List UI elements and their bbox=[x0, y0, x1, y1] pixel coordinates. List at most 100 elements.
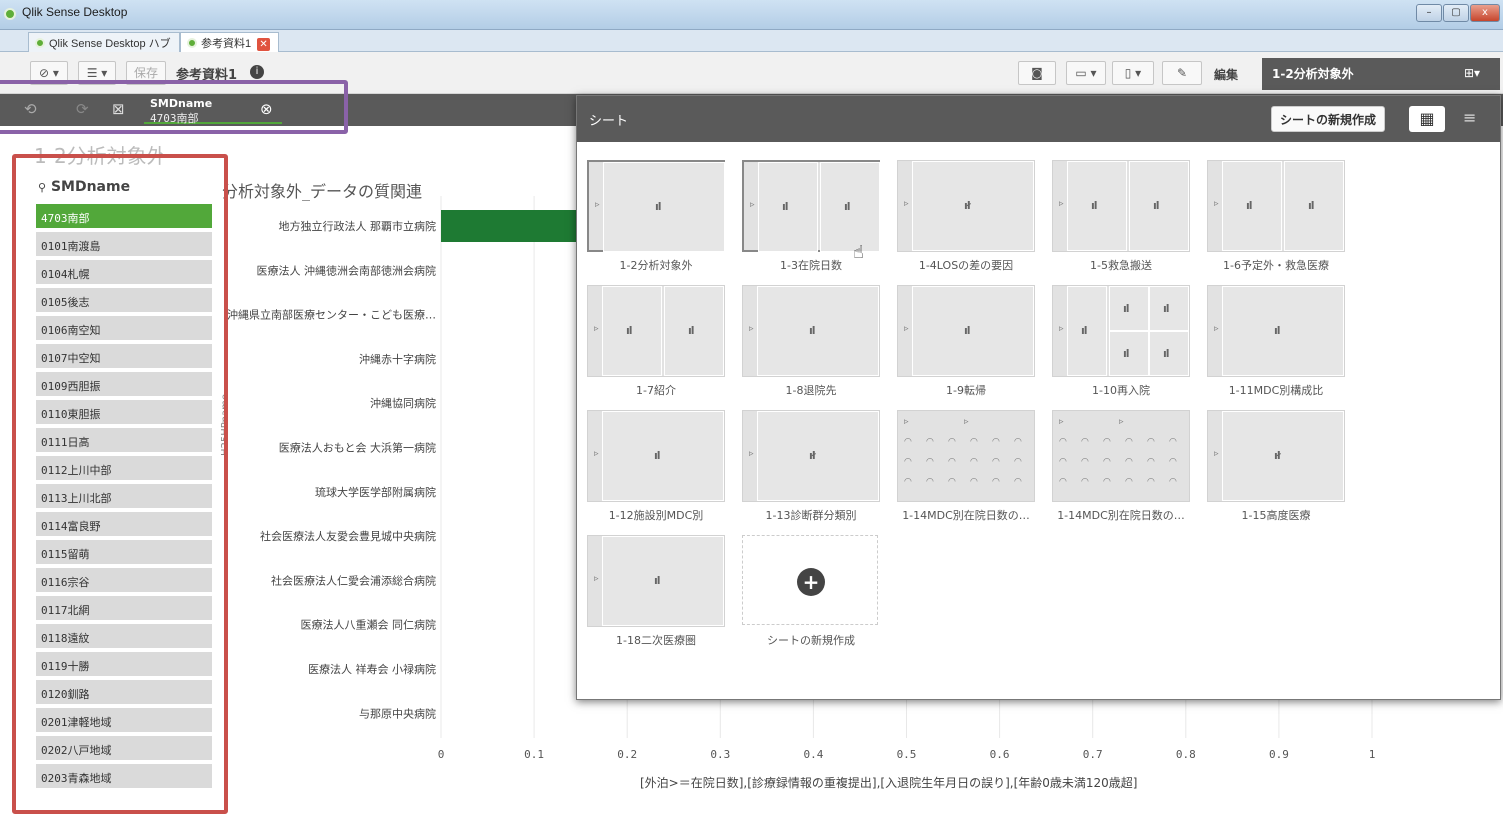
sheet-thumbnail[interactable]: ▹ ıl bbox=[742, 285, 880, 377]
bookmark-button[interactable]: ▯ ▾ bbox=[1112, 61, 1154, 85]
category-label[interactable]: 沖縄赤十字病院 bbox=[359, 352, 436, 366]
sheet-thumbnail-label[interactable]: 1-18二次医療圏 bbox=[587, 632, 725, 648]
filter-pane-icon: ▹ bbox=[1059, 417, 1064, 427]
gauge-icon: ◠ bbox=[1103, 457, 1111, 467]
gauge-icon: ◠ bbox=[948, 457, 956, 467]
category-label[interactable]: 与那原中央病院 bbox=[359, 706, 436, 720]
new-sheet-tile[interactable]: + bbox=[742, 535, 878, 625]
filter-pane-icon: ▹ bbox=[904, 199, 909, 209]
sheet-thumbnail[interactable]: ▹ ıl ıl bbox=[587, 285, 725, 377]
sheet-grid-icon[interactable]: ⊞▾ bbox=[1464, 66, 1480, 80]
gauge-icon: ◠ bbox=[1081, 477, 1089, 487]
hand-cursor-icon: ☝ bbox=[853, 242, 864, 263]
bar-chart-icon: ıl bbox=[964, 324, 970, 337]
sheet-thumbnail-label[interactable]: 1-12施設別MDC別 bbox=[587, 507, 725, 523]
sheet-thumbnail-label[interactable]: 1-4LOSの差の要因 bbox=[897, 257, 1035, 273]
sheet-thumbnail-label[interactable]: 1-8退院先 bbox=[742, 382, 880, 398]
gauge-icon: ◠ bbox=[1103, 477, 1111, 487]
sheet-thumbnail-label[interactable]: 1-10再入院 bbox=[1052, 382, 1190, 398]
filter-pane-icon: ▹ bbox=[1059, 324, 1064, 334]
category-label[interactable]: 医療法人八重瀬会 同仁病院 bbox=[301, 618, 437, 632]
sheet-thumbnail-label[interactable]: 1-9転帰 bbox=[897, 382, 1035, 398]
gauge-icon: ◠ bbox=[1147, 457, 1155, 467]
category-label[interactable]: 地方独立行政法人 那覇市立病院 bbox=[279, 219, 437, 233]
category-label[interactable]: 医療法人 祥寿会 小禄病院 bbox=[308, 662, 436, 676]
create-new-sheet-button[interactable]: シートの新規作成 bbox=[1271, 106, 1386, 132]
filter-pane-icon: ▹ bbox=[750, 200, 755, 210]
sheet-thumbnail[interactable]: ▹ ıł bbox=[1207, 410, 1345, 502]
sheet-thumbnail[interactable]: ▹ ıl bbox=[587, 535, 725, 627]
snapshot-button[interactable]: ◙ bbox=[1018, 61, 1056, 85]
category-label[interactable]: 社会医療法人仁愛会浦添総合病院 bbox=[271, 573, 436, 587]
combo-chart-icon: ıł bbox=[809, 449, 816, 462]
sheet-navigator-panel: シート シートの新規作成 ▦ ≡ ▹ ıl 1-2分析対象外 ▹ ıl ıl 1-3在院日数… bbox=[576, 95, 1501, 700]
sheet-thumbnail[interactable]: ▹ ıl ıl bbox=[1052, 160, 1190, 252]
tab-document[interactable]: 参考資料1 ✕ bbox=[180, 32, 280, 52]
category-label[interactable]: 琉球大学医学部附属病院 bbox=[315, 485, 436, 499]
sheet-thumbnail-label[interactable]: 1-11MDC別構成比 bbox=[1207, 382, 1345, 398]
sheet-thumbnail[interactable]: ▹ ıl ıl bbox=[742, 160, 880, 252]
category-label[interactable]: 社会医療法人友愛会豊見城中央病院 bbox=[260, 529, 436, 543]
combo-chart-icon: ıł bbox=[1274, 449, 1281, 462]
category-label[interactable]: 医療法人おもと会 大浜第一病院 bbox=[279, 441, 436, 455]
gauge-icon: ◠ bbox=[970, 437, 978, 447]
sheet-thumbnail-label[interactable]: 1-15高度医療 bbox=[1207, 507, 1345, 523]
sheet-thumbnail[interactable]: ◠ ◠ ◠ ◠ ◠ ◠ ◠ ◠ ◠ ◠ ◠ ◠ ◠ ◠ ◠ ◠ ◠ ◠ ▹ ▹ bbox=[897, 410, 1035, 502]
maximize-button[interactable]: ▢ bbox=[1443, 4, 1469, 22]
edit-button[interactable]: ✎ bbox=[1162, 61, 1202, 85]
close-window-button[interactable]: x bbox=[1470, 4, 1500, 22]
sheet-thumbnail[interactable]: ▹ ıl bbox=[587, 410, 725, 502]
filter-pane-icon: ▹ bbox=[964, 417, 969, 427]
sheet-thumbnail-label[interactable]: 1-7紹介 bbox=[587, 382, 725, 398]
bar[interactable] bbox=[441, 210, 581, 242]
sheet-thumbnails: ▹ ıl 1-2分析対象外 ▹ ıl ıl 1-3在院日数 ▹ ıł 1-4LOSの差の要因 ▹ ıl… bbox=[577, 142, 1500, 699]
presentation-icon: ▭ ▾ bbox=[1075, 66, 1097, 80]
sheet-thumbnail-label[interactable]: 1-5救急搬送 bbox=[1052, 257, 1190, 273]
gauge-icon: ◠ bbox=[1125, 457, 1133, 467]
gauge-icon: ◠ bbox=[1059, 477, 1067, 487]
tab-strip: Qlik Sense Desktop ハブ 参考資料1 ✕ bbox=[0, 30, 1503, 52]
edit-label[interactable]: 編集 bbox=[1214, 66, 1238, 83]
sheet-thumbnail[interactable]: ▹ ıł bbox=[897, 160, 1035, 252]
filter-pane-icon: ▹ bbox=[904, 324, 909, 334]
sheet-thumbnail-label[interactable]: 1-2分析対象外 bbox=[587, 257, 725, 273]
filter-pane-icon: ▹ bbox=[1214, 324, 1219, 334]
sheet-thumbnail[interactable]: ▹ ıl bbox=[587, 160, 725, 252]
list-view-icon[interactable]: ≡ bbox=[1463, 108, 1476, 127]
sheet-thumbnail[interactable]: ◠ ◠ ◠ ◠ ◠ ◠ ◠ ◠ ◠ ◠ ◠ ◠ ◠ ◠ ◠ ◠ ◠ ◠ ▹ ▹ bbox=[1052, 410, 1190, 502]
sheet-thumbnail[interactable]: ▹ ıł bbox=[742, 410, 880, 502]
category-label[interactable]: 沖縄協同病院 bbox=[370, 396, 436, 410]
story-button[interactable]: ▭ ▾ bbox=[1066, 61, 1106, 85]
sheet-thumbnail-label[interactable]: 1-6予定外・救急医療 bbox=[1207, 257, 1345, 273]
gauge-icon: ◠ bbox=[1081, 457, 1089, 467]
plus-icon: + bbox=[797, 568, 825, 596]
sheet-thumbnail[interactable]: ▹ ıl bbox=[897, 285, 1035, 377]
bar-chart-icon: ıl bbox=[844, 200, 850, 213]
sheet-thumbnail-label[interactable]: 1-14MDC別在院日数の… bbox=[897, 507, 1035, 523]
sheet-thumbnail-label[interactable]: 1-13診断群分類別 bbox=[742, 507, 880, 523]
qlik-logo-icon bbox=[187, 38, 197, 48]
x-tick-label: 0.9 bbox=[1269, 748, 1289, 761]
filter-pane-icon: ▹ bbox=[595, 200, 600, 210]
bar-chart-icon: ıl bbox=[654, 574, 660, 587]
window-titlebar: Qlik Sense Desktop – ▢ x bbox=[0, 0, 1503, 30]
sheet-panel-header: シート シートの新規作成 ▦ ≡ bbox=[577, 96, 1500, 142]
filter-pane-icon: ▹ bbox=[749, 449, 754, 459]
new-sheet-label[interactable]: シートの新規作成 bbox=[742, 632, 880, 648]
tab-hub[interactable]: Qlik Sense Desktop ハブ bbox=[28, 32, 180, 52]
minimize-button[interactable]: – bbox=[1416, 4, 1442, 22]
gauge-icon: ◠ bbox=[970, 457, 978, 467]
category-label[interactable]: 医療法人 沖縄徳洲会南部徳洲会病院 bbox=[257, 263, 437, 277]
sheet-thumbnail-label[interactable]: 1-14MDC別在院日数の… bbox=[1052, 507, 1190, 523]
bar-chart-icon: ıl bbox=[1091, 199, 1097, 212]
sheet-thumbnail[interactable]: ▹ ıl ıl bbox=[1207, 160, 1345, 252]
x-axis-label: [外泊>＝在院日数],[診療録情報の重複提出],[入退院生年月日の誤り],[年齢… bbox=[640, 776, 1138, 790]
gauge-icon: ◠ bbox=[1014, 457, 1022, 467]
close-tab-icon[interactable]: ✕ bbox=[257, 38, 271, 51]
app-info-icon[interactable]: i bbox=[250, 65, 264, 79]
x-tick-label: 0.7 bbox=[1083, 748, 1103, 761]
sheet-thumbnail[interactable]: ▹ ıl bbox=[1207, 285, 1345, 377]
grid-view-icon[interactable]: ▦ bbox=[1409, 106, 1445, 132]
category-label[interactable]: 沖縄県立南部医療センター・こども医療… bbox=[227, 308, 436, 322]
sheet-thumbnail[interactable]: ▹ ıl ıl ıl ıl ıl bbox=[1052, 285, 1190, 377]
